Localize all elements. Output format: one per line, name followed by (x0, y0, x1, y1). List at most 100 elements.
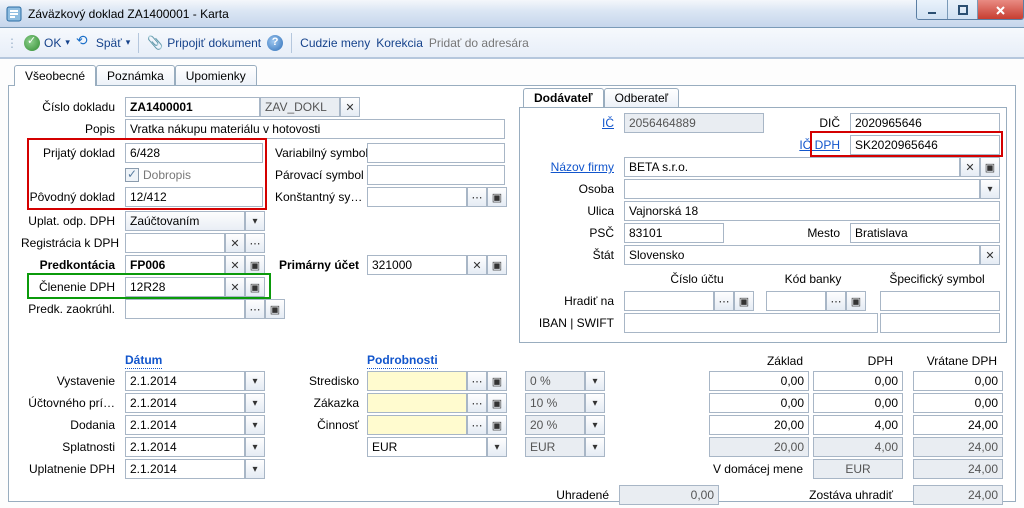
stredisko-lookup2-button[interactable]: ▣ (487, 371, 507, 391)
osoba-input[interactable] (624, 179, 980, 199)
zakazka-lookup2-button[interactable]: ▣ (487, 393, 507, 413)
parovaci-symbol-input[interactable] (367, 165, 505, 185)
back-button[interactable]: Späť ▾ (76, 35, 130, 51)
mena-dropdown[interactable] (487, 437, 507, 457)
maximize-button[interactable] (947, 0, 977, 20)
close-button[interactable] (977, 0, 1023, 20)
rate10-zaklad[interactable] (709, 393, 809, 413)
rate10-dropdown[interactable] (585, 393, 605, 413)
osoba-dropdown[interactable] (980, 179, 1000, 199)
primarny-ucet-clear-button[interactable]: ✕ (467, 255, 487, 275)
tab-vseobecne[interactable]: Všeobecné (14, 65, 96, 86)
predkontacia-lookup-button[interactable]: ▣ (245, 255, 265, 275)
ulica-input[interactable] (624, 201, 1000, 221)
rate10-dph[interactable] (813, 393, 903, 413)
help-icon[interactable]: ? (267, 35, 283, 51)
rate0-dropdown[interactable] (585, 371, 605, 391)
rate20-dph[interactable] (813, 415, 903, 435)
stredisko-lookup-button[interactable]: ⋯ (467, 371, 487, 391)
iban-input[interactable] (624, 313, 878, 333)
registracia-kdph-input[interactable] (125, 233, 225, 253)
rate20-select[interactable] (525, 415, 585, 435)
attach-document-button[interactable]: Pripojiť dokument (147, 35, 261, 51)
uplatnenie-dph-date-button[interactable] (245, 459, 265, 479)
rate10-select[interactable] (525, 393, 585, 413)
rate20-zaklad[interactable] (709, 415, 809, 435)
sum-eur-dropdown[interactable] (585, 437, 605, 457)
splatnosti-date-button[interactable] (245, 437, 265, 457)
popis-input[interactable] (125, 119, 505, 139)
predkontacia-clear-button[interactable]: ✕ (225, 255, 245, 275)
registracia-clear-button[interactable]: ✕ (225, 233, 245, 253)
ic-label[interactable]: IČ (520, 116, 620, 130)
nazov-firmy-input[interactable] (624, 157, 960, 177)
konst-sym-lookup-button[interactable]: ⋯ (467, 187, 487, 207)
kod-banky-lookup2-button[interactable]: ▣ (846, 291, 866, 311)
tab-panel-vseobecne: Číslo dokladu ✕ Popis Prijatý doklad Dob… (8, 85, 1016, 502)
cislo-uctu-lookup-button[interactable]: ⋯ (714, 291, 734, 311)
correction-button[interactable]: Korekcia (376, 36, 423, 50)
psc-input[interactable] (624, 223, 724, 243)
rate0-dph[interactable] (813, 371, 903, 391)
cinnost-input[interactable] (367, 415, 467, 435)
sum-zaklad (709, 437, 809, 457)
nazov-clear-button[interactable]: ✕ (960, 157, 980, 177)
konstantny-symbol-input[interactable] (367, 187, 467, 207)
cinnost-lookup2-button[interactable]: ▣ (487, 415, 507, 435)
tab-dodavatel[interactable]: Dodávateľ (523, 88, 604, 107)
primarny-ucet-lookup-button[interactable]: ▣ (487, 255, 507, 275)
uctovneho-date-button[interactable] (245, 393, 265, 413)
popis-label: Popis (21, 122, 121, 136)
swift-input[interactable] (880, 313, 1000, 333)
minimize-button[interactable] (917, 0, 947, 20)
clear-1-button[interactable]: ✕ (340, 97, 360, 117)
kod-banky-lookup-button[interactable]: ⋯ (826, 291, 846, 311)
uplat-odp-dph-dropdown[interactable] (245, 211, 265, 231)
rate20-vratane[interactable] (913, 415, 1003, 435)
kod-banky-input[interactable] (766, 291, 826, 311)
rate10-vratane[interactable] (913, 393, 1003, 413)
uplatnenie-dph-input[interactable] (125, 459, 245, 479)
predk-zaokruhl-input[interactable] (125, 299, 245, 319)
primarny-ucet-input[interactable] (367, 255, 467, 275)
mesto-input[interactable] (850, 223, 1000, 243)
splatnosti-input[interactable] (125, 437, 245, 457)
foreign-currencies-button[interactable]: Cudzie meny (300, 36, 370, 50)
rate0-vratane[interactable] (913, 371, 1003, 391)
sum-eur-select[interactable] (525, 437, 585, 457)
registracia-lookup-button[interactable]: ⋯ (245, 233, 265, 253)
predk-zaokruhl-lookup2-button[interactable]: ▣ (265, 299, 285, 319)
nazov-firmy-label[interactable]: Názov firmy (520, 160, 620, 174)
predkontacia-input[interactable] (125, 255, 225, 275)
tab-upomienky[interactable]: Upomienky (175, 65, 257, 86)
stredisko-input[interactable] (367, 371, 467, 391)
zakazka-lookup-button[interactable]: ⋯ (467, 393, 487, 413)
konst-sym-lookup2-button[interactable]: ▣ (487, 187, 507, 207)
stat-clear-button[interactable]: ✕ (980, 245, 1000, 265)
ok-button[interactable]: OK ▾ (24, 35, 70, 51)
zakazka-input[interactable] (367, 393, 467, 413)
mena-input[interactable] (367, 437, 487, 457)
cinnost-lookup-button[interactable]: ⋯ (467, 415, 487, 435)
vystavenie-date-button[interactable] (245, 371, 265, 391)
uplat-odp-dph-select[interactable] (125, 211, 245, 231)
variabilny-symbol-input[interactable] (367, 143, 505, 163)
nazov-lookup-button[interactable]: ▣ (980, 157, 1000, 177)
rate0-select[interactable] (525, 371, 585, 391)
cislo-dokladu-input[interactable] (125, 97, 260, 117)
vystavenie-input[interactable] (125, 371, 245, 391)
tab-odberatel[interactable]: Odberateľ (604, 88, 680, 107)
dodania-input[interactable] (125, 415, 245, 435)
tab-poznamka[interactable]: Poznámka (96, 65, 175, 86)
dic-input[interactable] (850, 113, 1000, 133)
cislo-uctu-lookup2-button[interactable]: ▣ (734, 291, 754, 311)
rate0-zaklad[interactable] (709, 371, 809, 391)
add-to-addressbook-button[interactable]: Pridať do adresára (429, 36, 529, 50)
uctovneho-input[interactable] (125, 393, 245, 413)
spec-symbol-input[interactable] (880, 291, 1000, 311)
predk-zaokruhl-lookup-button[interactable]: ⋯ (245, 299, 265, 319)
dodania-date-button[interactable] (245, 415, 265, 435)
rate20-dropdown[interactable] (585, 415, 605, 435)
cislo-uctu-input[interactable] (624, 291, 714, 311)
stat-input[interactable] (624, 245, 980, 265)
